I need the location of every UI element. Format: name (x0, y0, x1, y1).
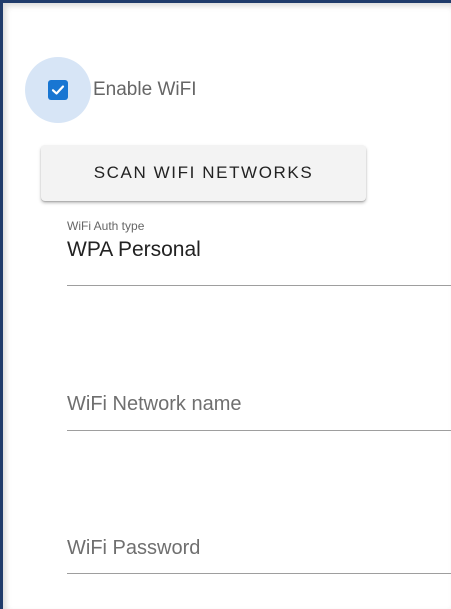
enable-wifi-label: Enable WiFI (93, 79, 197, 100)
wifi-auth-type-select[interactable]: WiFi Auth type WPA Personal (67, 219, 451, 287)
checkbox-focus-halo (25, 57, 91, 123)
checkmark-icon (51, 85, 65, 95)
wifi-password-placeholder: WiFi Password (67, 537, 201, 559)
wifi-settings-panel: Enable WiFI SCAN WIFI NETWORKS WiFi Auth… (0, 0, 451, 609)
wifi-network-name-placeholder: WiFi Network name (67, 393, 242, 415)
wifi-auth-type-value: WPA Personal (67, 238, 201, 261)
wifi-auth-type-label: WiFi Auth type (67, 219, 145, 233)
wifi-auth-type-underline (67, 285, 451, 286)
enable-wifi-checkbox[interactable] (48, 80, 68, 100)
wifi-network-name-field[interactable]: WiFi Network name (67, 393, 451, 433)
wifi-network-name-underline (67, 430, 451, 431)
enable-wifi-row[interactable]: Enable WiFI (25, 57, 196, 123)
wifi-password-field[interactable]: WiFi Password (67, 537, 451, 577)
scan-wifi-networks-button[interactable]: SCAN WIFI NETWORKS (41, 145, 366, 201)
wifi-password-underline (67, 573, 451, 574)
